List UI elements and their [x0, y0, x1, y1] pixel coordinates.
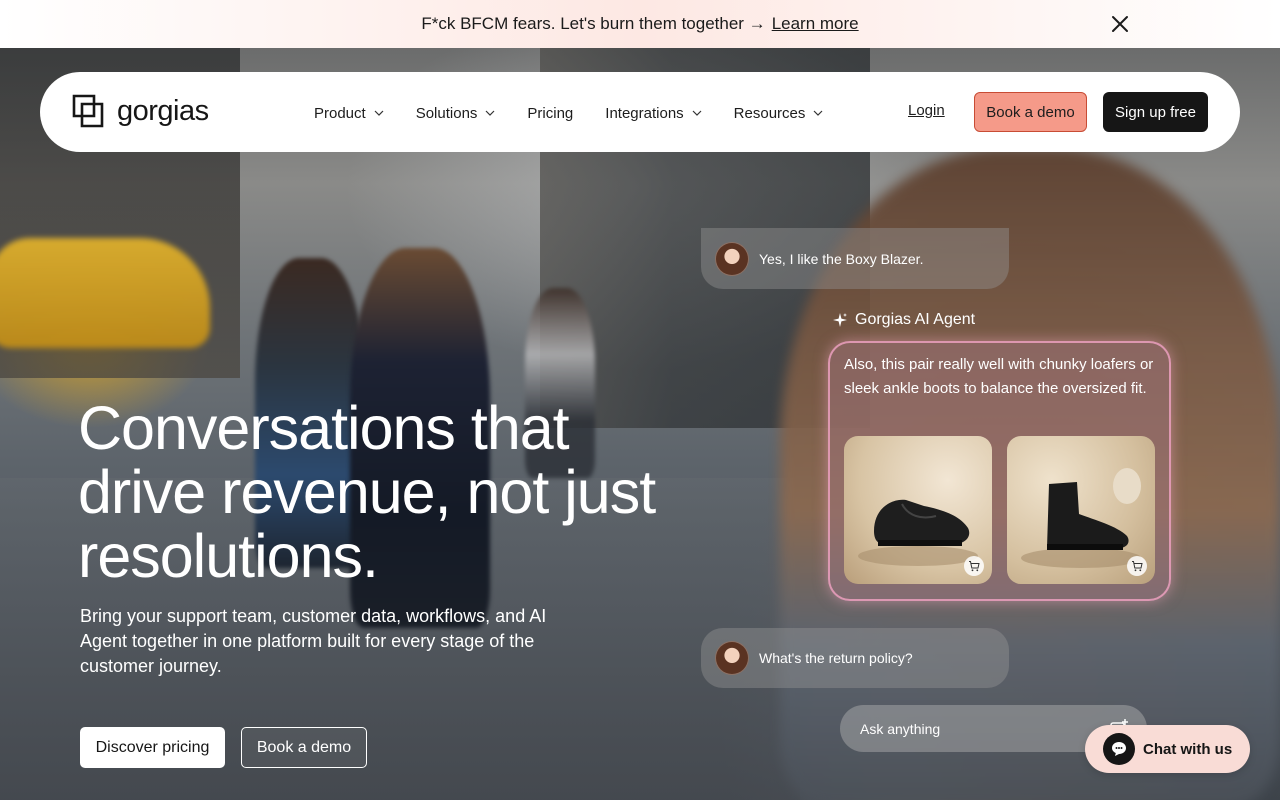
agent-label: Gorgias AI Agent: [832, 311, 975, 329]
chat-bubble-icon: [1103, 733, 1135, 765]
hero-title: Conversations that drive revenue, not ju…: [78, 394, 656, 590]
chevron-down-icon: [692, 110, 702, 116]
nav-item-product[interactable]: Product: [314, 102, 384, 124]
customer-message: What's the return policy?: [701, 628, 1009, 688]
chevron-down-icon: [374, 110, 384, 116]
chat-with-us-button[interactable]: Chat with us: [1085, 725, 1250, 773]
cart-icon: [1132, 561, 1143, 572]
close-icon[interactable]: [1108, 12, 1132, 36]
chevron-down-icon: [813, 110, 823, 116]
main-navbar: gorgias Product Solutions Pricing Integr…: [40, 72, 1240, 152]
nav-item-resources[interactable]: Resources: [734, 102, 824, 124]
hero-subtitle: Bring your support team, customer data, …: [80, 606, 547, 676]
nav-item-label: Solutions: [415, 104, 478, 122]
agent-message-text: Also, this pair really well with chunky …: [844, 356, 1154, 397]
promo-text: F*ck BFCM fears. Let's burn them togethe…: [421, 14, 766, 33]
add-to-cart-button[interactable]: [964, 556, 984, 576]
sign-up-button[interactable]: Sign up free: [1103, 92, 1208, 132]
nav-item-pricing[interactable]: Pricing: [527, 102, 573, 124]
chat-widget-label: Chat with us: [1143, 740, 1233, 758]
hero-book-demo-button[interactable]: Book a demo: [241, 727, 367, 768]
add-to-cart-button[interactable]: [1127, 556, 1147, 576]
customer-message-text: What's the return policy?: [759, 650, 913, 666]
nav-item-label: Resources: [733, 104, 806, 122]
customer-message-text: Yes, I like the Boxy Blazer.: [759, 250, 924, 267]
nav-item-solutions[interactable]: Solutions: [416, 102, 496, 124]
promo-banner: F*ck BFCM fears. Let's burn them togethe…: [0, 0, 1280, 48]
ask-placeholder: Ask anything: [860, 720, 941, 737]
product-card-ankle-boots[interactable]: [1007, 436, 1155, 584]
nav-item-label: Integrations: [605, 104, 684, 122]
customer-message: Yes, I like the Boxy Blazer.: [701, 228, 1009, 289]
cart-icon: [969, 561, 980, 572]
sparkle-icon: [833, 313, 847, 327]
nav-item-integrations[interactable]: Integrations: [605, 102, 702, 124]
agent-message-card: Also, this pair really well with chunky …: [828, 341, 1171, 601]
gorgias-logo[interactable]: gorgias: [72, 94, 209, 128]
login-link[interactable]: Login: [908, 102, 945, 119]
avatar: [715, 241, 749, 276]
agent-name: Gorgias AI Agent: [855, 311, 976, 328]
avatar: [715, 641, 749, 675]
product-card-loafers[interactable]: [844, 436, 992, 584]
gorgias-logo-mark-icon: [72, 94, 104, 128]
learn-more-link[interactable]: Learn more: [772, 14, 859, 34]
book-demo-button[interactable]: Book a demo: [974, 92, 1087, 132]
nav-item-label: Product: [314, 104, 366, 122]
nav-item-label: Pricing: [527, 104, 574, 122]
chevron-down-icon: [485, 110, 495, 116]
discover-pricing-button[interactable]: Discover pricing: [80, 727, 225, 768]
background-taxi: [0, 238, 210, 348]
logo-wordmark: gorgias: [117, 94, 209, 127]
nav-menu: Product Solutions Pricing Integrations R…: [314, 102, 855, 124]
